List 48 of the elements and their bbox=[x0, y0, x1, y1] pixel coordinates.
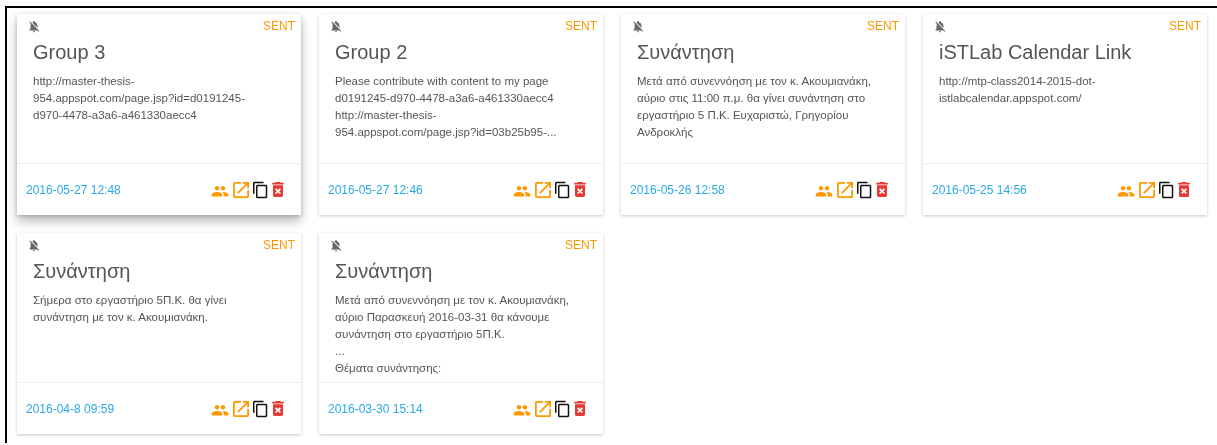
status-label: SENT bbox=[867, 19, 899, 33]
note-date: 2016-04-8 09:59 bbox=[26, 401, 115, 416]
copy-icon[interactable] bbox=[857, 180, 872, 199]
note-card[interactable]: SENT Συνάντηση Μετά από συνεννόηση με τον κ. Ακουμιανάκη, αύριο Παρασκευή 2016-03-31 θα κάνουμε συνάντηση στο εργαστήριο 5Π.Κ. ... Θέματα συνάντησης: 2016-03-30 15:14 bbox=[319, 233, 603, 434]
note-title: Συνάντηση bbox=[335, 260, 434, 283]
delete-icon[interactable] bbox=[1178, 182, 1190, 197]
note-card[interactable]: SENT Συνάντηση Σήμερα στο εργαστήριο 5Π.Κ. θα γίνει συνάντηση με τον κ. Ακουμιανάκη. 2016-04-8 09:59 bbox=[17, 233, 301, 434]
note-title: Group 2 bbox=[335, 41, 409, 64]
note-title: iSTLab Calendar Link bbox=[939, 41, 1133, 64]
copy-icon[interactable] bbox=[555, 180, 570, 199]
note-text: Μετά από συνεννόηση με τον κ. Ακουμιανάκη, αύριο στις 11:00 π.μ. θα γίνει συνάντηση στο εργαστήριο 5 Π.Κ. Ευχαριστώ, Γρηγορίου Ανδροκλής bbox=[637, 74, 873, 140]
note-title: Συνάντηση bbox=[33, 260, 132, 283]
note-text: Please contribute with content to my page d0191245-d970-4478-a3a6-a461330aecc4 http://master-thesis- 954.appspot.com/page.jsp?id=03b25b95-... bbox=[335, 74, 558, 140]
note-text: Σήμερα στο εργαστήριο 5Π.Κ. θα γίνει συνάντηση με τον κ. Ακουμιανάκη. bbox=[33, 293, 228, 325]
status-label: SENT bbox=[1169, 19, 1201, 33]
copy-icon[interactable] bbox=[555, 399, 570, 418]
note-date: 2016-03-30 15:14 bbox=[328, 401, 423, 416]
copy-icon[interactable] bbox=[253, 180, 268, 199]
delete-icon[interactable] bbox=[272, 401, 284, 416]
status-label: SENT bbox=[565, 19, 597, 33]
bell-off-icon bbox=[27, 238, 41, 253]
note-card[interactable]: SENT Group 3 http://master-thesis- 954.appspot.com/page.jsp?id=d0191245- d970-4478-a3a6-a461330aecc4 2016-05-27 12:48 bbox=[17, 14, 301, 215]
copy-icon[interactable] bbox=[1159, 180, 1174, 199]
bell-off-icon bbox=[933, 19, 947, 34]
delete-icon[interactable] bbox=[574, 182, 586, 197]
note-title: Συνάντηση bbox=[637, 41, 736, 64]
bell-off-icon bbox=[631, 19, 645, 34]
status-label: SENT bbox=[263, 238, 295, 252]
note-text: http://master-thesis- 954.appspot.com/page.jsp?id=d0191245- d970-4478-a3a6-a461330aecc4 bbox=[33, 74, 246, 123]
bell-off-icon bbox=[329, 19, 343, 34]
note-text: http://mtp-class2014-2015-dot- istlabcalendar.appspot.com/ bbox=[939, 74, 1097, 106]
note-date: 2016-05-27 12:48 bbox=[26, 182, 121, 197]
note-date: 2016-05-25 14:56 bbox=[932, 182, 1027, 197]
note-card[interactable]: SENT Group 2 Please contribute with content to my page d0191245-d970-4478-a3a6-a461330aecc4 http://master-thesis- 954.appspot.com/page.jsp?id=03b25b95-... 2016-05-27 12:46 bbox=[319, 14, 603, 215]
note-text: Μετά από συνεννόηση με τον κ. Ακουμιανάκη, αύριο Παρασκευή 2016-03-31 θα κάνουμε συνάντηση στο εργαστήριο 5Π.Κ. ... Θέματα συνάντησης: bbox=[335, 293, 571, 376]
bell-off-icon bbox=[329, 238, 343, 253]
delete-icon[interactable] bbox=[272, 182, 284, 197]
status-label: SENT bbox=[565, 238, 597, 252]
note-date: 2016-05-27 12:46 bbox=[328, 182, 423, 197]
note-title: Group 3 bbox=[33, 41, 107, 64]
delete-icon[interactable] bbox=[574, 401, 586, 416]
note-date: 2016-05-26 12:58 bbox=[630, 182, 725, 197]
note-card[interactable]: SENT iSTLab Calendar Link http://mtp-class2014-2015-dot- istlabcalendar.appspot.com/ 2016-05-25 14:56 bbox=[923, 14, 1207, 215]
delete-icon[interactable] bbox=[876, 182, 888, 197]
copy-icon[interactable] bbox=[253, 399, 268, 418]
bell-off-icon bbox=[27, 19, 41, 34]
note-card[interactable]: SENT Συνάντηση Μετά από συνεννόηση με τον κ. Ακουμιανάκη, αύριο στις 11:00 π.μ. θα γίνει συνάντηση στο εργαστήριο 5 Π.Κ. Ευχαριστώ, Γρηγορίου Ανδροκλής 2016-05-26 12:58 bbox=[621, 14, 905, 215]
status-label: SENT bbox=[263, 19, 295, 33]
